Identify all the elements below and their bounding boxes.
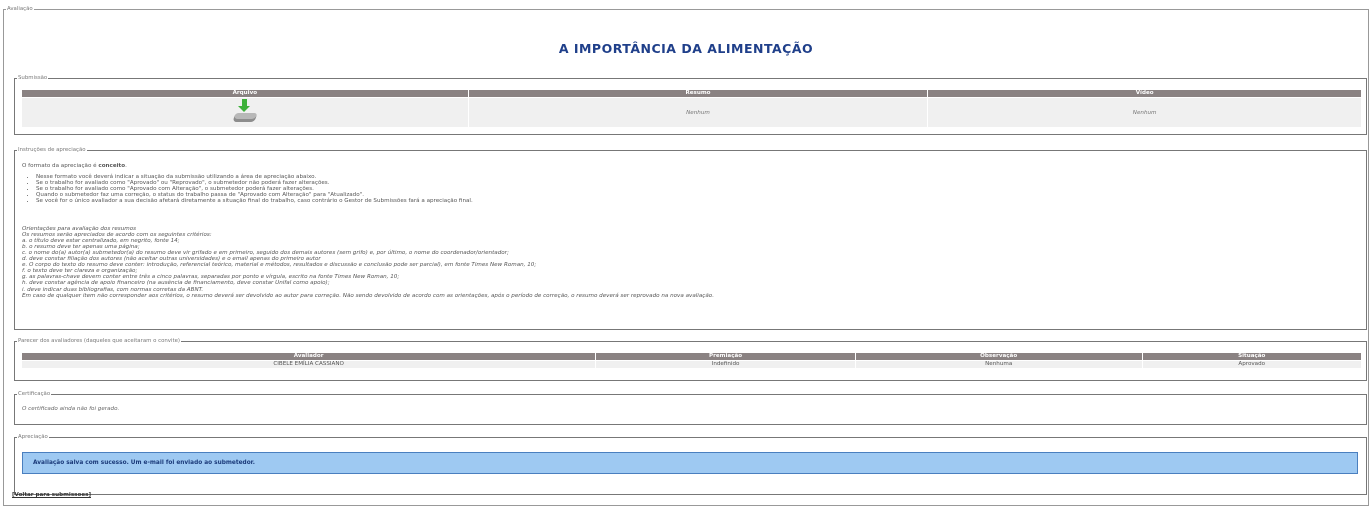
header-resumo: Resumo (468, 90, 928, 97)
instrucoes-list: Nesse formato você deverá indicar a situ… (36, 174, 1360, 204)
header-arquivo: Arquivo (22, 90, 468, 97)
submissao-legend: Submissão (17, 75, 49, 82)
header-avaliador: Avaliador (22, 353, 596, 360)
submissao-table: Arquivo Resumo Vídeo Nenhum Nenhum (21, 89, 1362, 128)
avaliacao-legend: Avaliação (6, 6, 34, 13)
apreciacao-fieldset: Apreciação Avaliação salva com sucesso. … (14, 434, 1367, 495)
success-message: Avaliação salva com sucesso. Um e-mail f… (22, 452, 1358, 474)
list-item: Se você for o único avaliador a sua deci… (36, 198, 1360, 204)
formato-intro: O formato da apreciação é conceito. (22, 163, 127, 169)
instrucoes-body: O formato da apreciação é conceito. Ness… (22, 163, 1360, 299)
resumo-value: Nenhum (468, 98, 928, 127)
orientacao-line: Em caso de qualquer item não corresponde… (22, 292, 714, 299)
download-file-icon[interactable] (232, 99, 258, 125)
certificacao-fieldset: Certificação O certificado ainda não foi… (14, 391, 1367, 425)
video-value: Nenhum (928, 98, 1361, 127)
arquivo-cell (22, 98, 468, 127)
certificado-status: O certificado ainda não foi gerado. (22, 406, 120, 412)
submissao-fieldset: Submissão Arquivo Resumo Vídeo Nenhum Ne… (14, 75, 1367, 135)
instrucoes-fieldset: Instruções de apreciação O formato da ap… (14, 147, 1367, 330)
parecer-table: Avaliador Premiação Observação Situação … (21, 352, 1362, 369)
parecer-legend: Parecer dos avaliadores (daqueles que ac… (17, 338, 182, 345)
observacao-cell: Nenhuma (855, 361, 1142, 368)
apreciacao-legend: Apreciação (17, 434, 49, 441)
avaliacao-fieldset: Avaliação A IMPORTÂNCIA DA ALIMENTAÇÃO S… (3, 6, 1369, 506)
header-premiacao: Premiação (596, 353, 855, 360)
formato-conceito: conceito (98, 163, 126, 169)
table-row: CIBELE EMÍLIA CASSIANO Indefinido Nenhum… (22, 361, 1361, 368)
premiacao-cell: Indefinido (596, 361, 855, 368)
certificacao-legend: Certificação (17, 391, 52, 398)
orientacoes-block: Orientações para avaliação dos resumos O… (22, 226, 1360, 299)
instrucoes-legend: Instruções de apreciação (17, 147, 87, 154)
situacao-cell: Aprovado (1142, 361, 1361, 368)
header-observacao: Observação (855, 353, 1142, 360)
header-video: Vídeo (928, 90, 1361, 97)
back-to-submissions-link[interactable]: [Voltar para submissoes] (12, 492, 91, 498)
header-situacao: Situação (1142, 353, 1361, 360)
parecer-fieldset: Parecer dos avaliadores (daqueles que ac… (14, 338, 1367, 381)
page-title: A IMPORTÂNCIA DA ALIMENTAÇÃO (558, 41, 814, 56)
avaliador-cell: CIBELE EMÍLIA CASSIANO (22, 361, 596, 368)
